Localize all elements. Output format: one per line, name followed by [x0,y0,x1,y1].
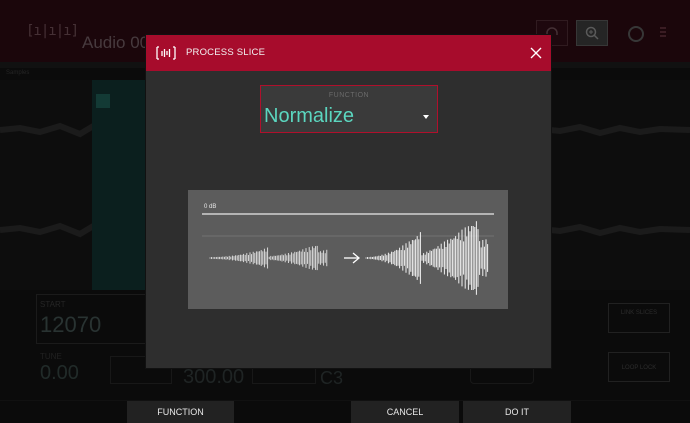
do-it-button[interactable]: DO IT [463,401,571,423]
dialog-title: PROCESS SLICE [186,47,266,58]
dialog-header: PROCESS SLICE [146,35,551,71]
cancel-button[interactable]: CANCEL [351,401,459,423]
zero-db-label: 0 dB [204,204,217,210]
footer-bar [0,401,690,423]
function-select-label: FUNCTION [328,92,370,99]
app-window: [ı|ı|ı] Audio 00 Samples START 12070 TUN… [0,0,690,423]
chevron-down-icon [423,115,429,119]
app-logo-icon [156,46,176,60]
function-button[interactable]: FUNCTION [127,401,234,423]
normalize-illustration: 0 dB [188,190,508,309]
close-icon[interactable] [526,43,546,63]
process-slice-dialog: PROCESS SLICE FUNCTION Normalize 0 dB [145,34,552,369]
function-select-value: Normalize [264,105,355,127]
normalize-diagram-icon [202,213,494,295]
function-select[interactable]: FUNCTION Normalize [260,85,438,133]
